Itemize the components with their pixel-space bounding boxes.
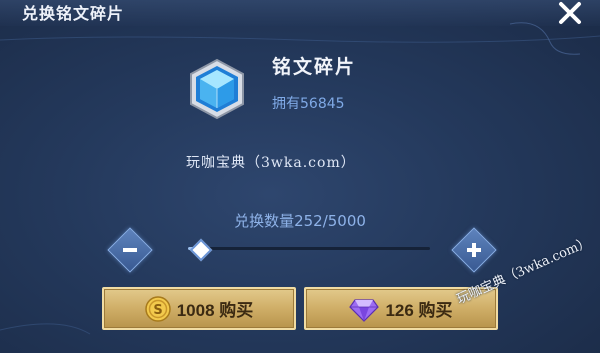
plus-icon [459, 235, 489, 265]
gold-buy-label: 1008 购买 [176, 301, 254, 320]
hexagon-crystal-icon [188, 58, 246, 120]
close-icon [559, 2, 581, 24]
close-button[interactable] [552, 0, 588, 26]
quantity-slider-track[interactable] [188, 247, 430, 250]
purple-gem-icon [349, 296, 380, 322]
buy-with-gold-button[interactable]: S 1008 购买 [102, 287, 296, 330]
item-name: 铭文碎片 [272, 56, 357, 78]
quantity-label: 兑换数量252/5000 [234, 212, 366, 230]
gold-coin-icon: S [144, 295, 171, 322]
minus-icon [115, 235, 145, 265]
svg-text:S: S [153, 303, 162, 318]
dialog-title: 兑换铭文碎片 [22, 4, 125, 23]
watermark-text: 玩咖宝典（3wka.com） [186, 155, 356, 171]
owned-count: 拥有56845 [272, 96, 345, 112]
gem-buy-label: 126 购买 [385, 301, 453, 320]
